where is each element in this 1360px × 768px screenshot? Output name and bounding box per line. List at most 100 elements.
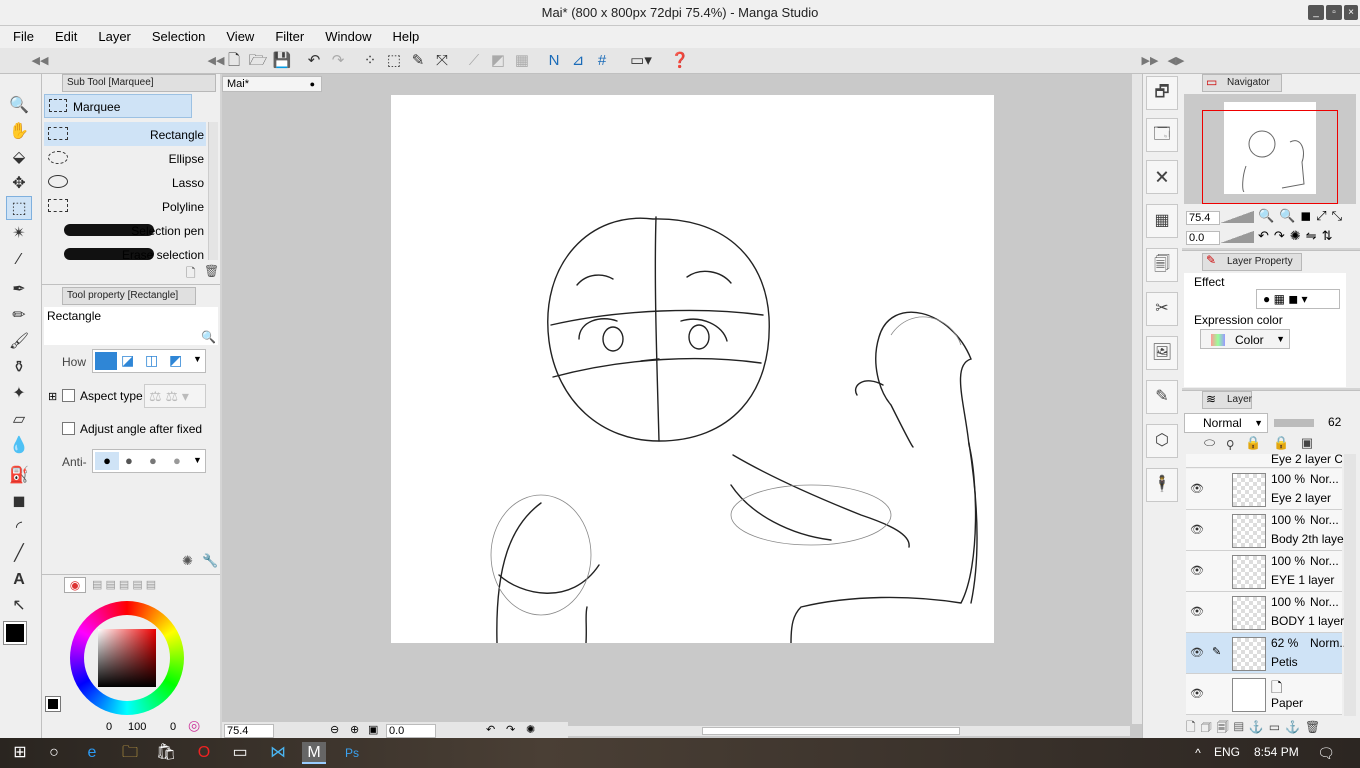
aspect-type-checkbox[interactable] [62, 389, 75, 402]
clock[interactable]: 8:54 PM [1254, 745, 1299, 759]
status-zoom[interactable]: 75.4 [224, 724, 274, 738]
color-wheel-tab-icon[interactable]: ◉ [64, 577, 86, 593]
layer-opacity-value[interactable]: 62 [1328, 415, 1341, 429]
layer-row[interactable]: 👁 100 % Nor... EYE 1 layer [1186, 551, 1342, 592]
new-subtool-icon[interactable]: 🗋 [186, 264, 196, 285]
layer-partial[interactable]: Eye 2 layer Co [1186, 454, 1342, 468]
color-mixer-icon[interactable]: ◎ [188, 717, 200, 734]
status-zoom-in-icon[interactable]: ⊕ [350, 723, 359, 736]
subtool-erase-selection[interactable]: Erase selection [44, 242, 206, 266]
status-rotate-left-icon[interactable]: ↶ [486, 723, 495, 736]
expression-color-dropdown[interactable]: Color ▼ [1200, 329, 1290, 349]
marquee-tool-icon[interactable]: ⬚ [6, 196, 32, 220]
layer-thumb-icon[interactable]: 🗔 [1146, 118, 1178, 152]
tray-arrow-icon[interactable]: ^ [1186, 742, 1210, 764]
layer-row[interactable]: 👁 100 % Nor... Eye 2 layer [1186, 469, 1342, 510]
status-fit-icon[interactable]: ▣ [368, 723, 378, 736]
menu-help[interactable]: Help [379, 26, 427, 46]
file-explorer-icon[interactable]: 🗀 [118, 742, 142, 764]
magic-wand-icon[interactable]: ✴ [6, 222, 32, 246]
decoration-icon[interactable]: ✦ [6, 382, 32, 406]
brush-tool-icon[interactable]: 🖌 [6, 330, 32, 354]
fill-icon[interactable]: ✎ [408, 51, 428, 71]
expand-right-icon[interactable]: ▶▶ [1140, 51, 1160, 71]
layer-opacity-slider[interactable] [1274, 419, 1314, 427]
tab-close-icon[interactable]: ● [310, 77, 315, 91]
layer-figure-icon[interactable]: 🕴 [1146, 468, 1178, 502]
camera-tool-icon[interactable]: ⬙ [6, 146, 32, 170]
hand-tool-icon[interactable]: ✋ [6, 120, 32, 144]
snap-ruler-icon[interactable]: N [544, 51, 564, 71]
eye-icon[interactable]: 👁 [1190, 482, 1204, 495]
maximize-button[interactable]: ▫ [1326, 5, 1342, 20]
transform-icon[interactable]: ⤧ [432, 51, 452, 71]
layer-3d-icon[interactable]: ⬡ [1146, 424, 1178, 458]
subtool-selection-pen[interactable]: Selection pen [44, 218, 206, 242]
open-folder-icon[interactable]: 🗁 [248, 51, 268, 71]
eye-icon[interactable]: 👁 [1190, 646, 1204, 659]
line-icon[interactable]: ╱ [6, 542, 32, 566]
status-rotate-right-icon[interactable]: ↷ [506, 723, 515, 736]
status-reset-icon[interactable]: ✺ [526, 723, 535, 736]
reset-icon[interactable]: ✺ [182, 553, 193, 569]
menu-filter[interactable]: Filter [262, 26, 312, 46]
aspect-type-dropdown[interactable]: ⚖ ⚖ ▾ [144, 384, 206, 408]
layer-scrollbar[interactable] [1344, 454, 1356, 716]
pencil-tool-icon[interactable]: ✏ [6, 304, 32, 328]
document-tab[interactable]: Mai* ● [222, 76, 322, 92]
collapse-right-icon[interactable]: ◀▶ [1166, 51, 1186, 71]
edge-icon[interactable]: e [80, 742, 104, 764]
snap-special-icon[interactable]: ⊿ [568, 51, 588, 71]
trash-icon[interactable]: 🗑 [204, 264, 219, 278]
paper-layer-row[interactable]: 👁 🗋 Paper [1186, 674, 1342, 715]
pen-tool-icon[interactable]: ✒ [6, 278, 32, 302]
navigator-zoom-value[interactable]: 75.4 [1186, 211, 1220, 225]
menu-selection[interactable]: Selection [139, 26, 213, 46]
ruler2-icon[interactable]: ◩ [488, 51, 508, 71]
antialiasing-group[interactable]: ● ● ● ● ▼ [92, 449, 206, 473]
marquee-group[interactable]: Marquee [44, 94, 192, 118]
text-tool-icon[interactable]: A [6, 568, 32, 592]
collapse-icon[interactable]: ◀◀ [206, 51, 226, 71]
layer-edit-icon[interactable]: ✎ [1146, 380, 1178, 414]
layer-setting-icon[interactable]: 🗗 [1146, 76, 1178, 110]
blend-mode-dropdown[interactable]: Normal ▼ [1184, 413, 1268, 433]
layer-bottom-buttons[interactable]: 🗋🗇🗐▤⚓▭⚓🗑 [1186, 718, 1356, 736]
windows-start-icon[interactable]: ⊞ [8, 742, 32, 764]
menu-edit[interactable]: Edit [42, 26, 85, 46]
app2-icon[interactable]: ⋈ [266, 742, 290, 764]
minimize-button[interactable]: _ [1308, 5, 1324, 20]
store-icon[interactable]: 🛍 [154, 742, 178, 764]
navigator-rotate-buttons[interactable]: ↶↷✺⇋⇅ [1258, 228, 1337, 244]
figure-icon[interactable]: ◜ [6, 516, 32, 540]
subtool-polyline[interactable]: Polyline [44, 194, 206, 218]
fill-tool-icon[interactable]: ⛽ [6, 464, 32, 488]
subtool-rectangle[interactable]: Rectangle [44, 122, 206, 146]
eye-icon[interactable]: 👁 [1190, 523, 1204, 536]
mode-dropdown-icon[interactable]: ▼ [193, 354, 202, 364]
layer-row-selected[interactable]: 👁 ✎ 62 % Norm... Petis [1186, 633, 1349, 674]
collapse-left-icon[interactable]: ◀◀ [30, 51, 50, 71]
zoom-tool-icon[interactable]: 🔍 [6, 94, 32, 118]
aa-medium-icon[interactable]: ● [149, 453, 157, 468]
subtract-selection-icon[interactable]: ◫ [145, 352, 158, 369]
airbrush-icon[interactable]: ⚱ [6, 356, 32, 380]
fg-mini-swatch[interactable] [45, 696, 61, 712]
subtool-lasso[interactable]: Lasso [44, 170, 206, 194]
effect-buttons[interactable]: ● ▦ ◼ ▾ [1256, 289, 1340, 309]
new-selection-icon[interactable] [95, 352, 117, 370]
menu-layer[interactable]: Layer [85, 26, 139, 46]
grid-off-icon[interactable]: ▦ [512, 51, 532, 71]
layer-transform-icon[interactable]: ✂ [1146, 292, 1178, 326]
drawing-canvas[interactable] [391, 95, 994, 643]
tab-layer-property[interactable]: Layer Property [1202, 253, 1302, 271]
status-angle[interactable]: 0.0 [386, 724, 436, 738]
operation-icon[interactable]: ↖ [6, 594, 32, 618]
navigator-zoom-buttons[interactable]: 🔍🔍◼⤢⤡ [1258, 208, 1347, 224]
move-tool-icon[interactable]: ✥ [6, 172, 32, 196]
layer-image-icon[interactable]: 🖼 [1146, 336, 1178, 370]
snap-grid-icon[interactable]: # [592, 51, 612, 71]
gradient-icon[interactable]: ◼ [6, 490, 32, 514]
eyedropper-icon[interactable]: ⁄ [6, 248, 32, 272]
crop-icon[interactable]: ⬚ [384, 51, 404, 71]
